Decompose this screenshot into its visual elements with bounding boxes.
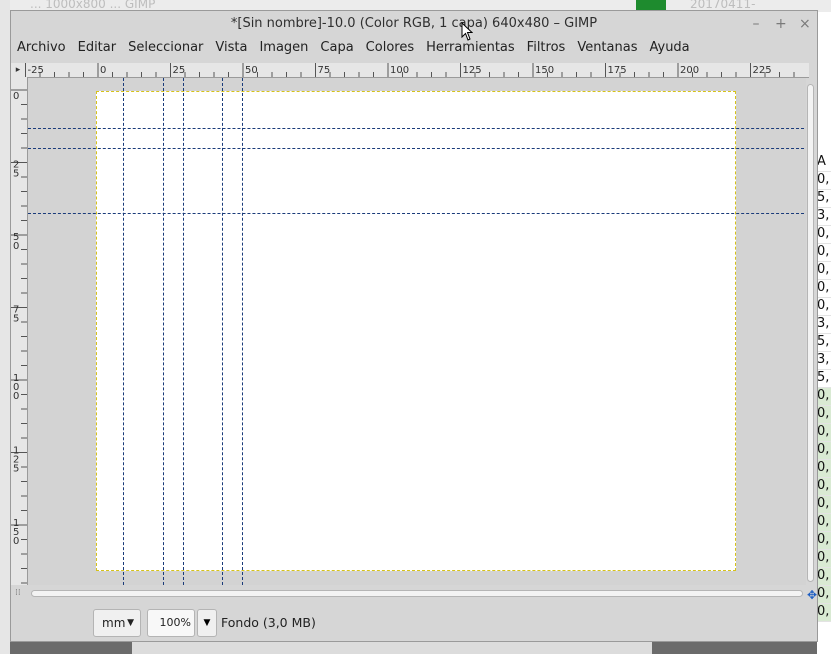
background-cell: 0, bbox=[817, 172, 831, 190]
unit-select[interactable]: mm ▼ bbox=[93, 609, 141, 637]
zoom-dropdown-button[interactable]: ▼ bbox=[197, 609, 217, 637]
background-cell: A bbox=[817, 154, 831, 172]
ruler-label: 150 bbox=[13, 518, 19, 547]
ruler-label: 150 bbox=[535, 65, 554, 76]
menu-filtros[interactable]: Filtros bbox=[521, 38, 572, 60]
background-cell: 0, bbox=[817, 496, 831, 514]
guide-vertical[interactable] bbox=[242, 78, 243, 585]
window-controls: – + × bbox=[751, 14, 811, 34]
ruler-label: 0 bbox=[100, 65, 106, 76]
background-cell: 0, bbox=[817, 568, 831, 586]
unit-select-value: mm bbox=[102, 616, 126, 630]
ruler-label: -25 bbox=[28, 65, 44, 76]
background-cell: 0, bbox=[817, 388, 831, 406]
ruler-label: 100 bbox=[390, 65, 409, 76]
menu-editar[interactable]: Editar bbox=[72, 38, 123, 60]
vertical-scrollbar-thumb[interactable] bbox=[807, 84, 814, 582]
guide-vertical[interactable] bbox=[222, 78, 223, 585]
horizontal-scrollbar-thumb[interactable] bbox=[31, 590, 803, 597]
guide-horizontal[interactable] bbox=[28, 128, 809, 129]
ruler-label: 125 bbox=[13, 446, 19, 475]
ruler-label: 50 bbox=[13, 232, 19, 252]
ruler-label: 200 bbox=[680, 65, 699, 76]
menu-vista[interactable]: Vista bbox=[209, 38, 253, 60]
menu-imagen[interactable]: Imagen bbox=[253, 38, 314, 60]
horizontal-ruler-ticks: -25 0 25 50 75 100 125 150 175 200 225 bbox=[25, 63, 795, 77]
guide-vertical[interactable] bbox=[163, 78, 164, 585]
background-cell: 3, bbox=[817, 208, 831, 226]
background-cell: 0, bbox=[817, 514, 831, 532]
background-cell: 0, bbox=[817, 406, 831, 424]
mouse-cursor-icon bbox=[461, 22, 473, 41]
vertical-scrollbar[interactable] bbox=[806, 78, 816, 585]
background-cell: 3, bbox=[817, 352, 831, 370]
chevron-down-icon: ▼ bbox=[203, 618, 211, 628]
guide-horizontal[interactable] bbox=[28, 148, 809, 149]
background-cell: 3, bbox=[817, 316, 831, 334]
ruler-label: 75 bbox=[318, 65, 331, 76]
background-cell: 0, bbox=[817, 460, 831, 478]
ruler-label: 225 bbox=[753, 65, 772, 76]
background-taskbar-hint bbox=[132, 640, 652, 654]
background-cell: 0, bbox=[817, 424, 831, 442]
gimp-image-window: *[Sin nombre]-10.0 (Color RGB, 1 capa) 6… bbox=[10, 10, 818, 642]
ruler-label: 25 bbox=[173, 65, 186, 76]
background-cell: 5, bbox=[817, 190, 831, 208]
status-bar: mm ▼ 100% ▼ Fondo (3,0 MB) bbox=[11, 605, 817, 639]
background-cell: 0, bbox=[817, 244, 831, 262]
background-left-edge bbox=[0, 0, 10, 654]
menu-archivo[interactable]: Archivo bbox=[11, 38, 72, 60]
minimize-button[interactable]: – bbox=[751, 14, 761, 34]
background-cell: 0, bbox=[817, 586, 831, 604]
background-cell: 0, bbox=[817, 604, 831, 622]
background-cell: 0, bbox=[817, 280, 831, 298]
window-title: *[Sin nombre]-10.0 (Color RGB, 1 capa) 6… bbox=[230, 16, 598, 31]
background-cell: 5, bbox=[817, 370, 831, 388]
maximize-button[interactable]: + bbox=[775, 14, 787, 34]
horizontal-ruler[interactable]: ▸ -25 0 25 50 75 100 125 150 175 200 225 bbox=[11, 63, 809, 78]
background-cell: 5, bbox=[817, 334, 831, 352]
menu-ayuda[interactable]: Ayuda bbox=[643, 38, 695, 60]
background-cell: 0, bbox=[817, 532, 831, 550]
horizontal-scrollbar[interactable] bbox=[31, 589, 803, 599]
menu-bar: Archivo Editar Seleccionar Vista Imagen Capa C… bbox=[11, 38, 696, 60]
background-cell: 0, bbox=[817, 226, 831, 244]
background-cell: 0, bbox=[817, 478, 831, 496]
chevron-down-icon: ▼ bbox=[127, 618, 134, 628]
background-cell: 0, bbox=[817, 442, 831, 460]
menu-ventanas[interactable]: Ventanas bbox=[571, 38, 643, 60]
background-spreadsheet-column: A 0, 5, 3, 0, 0, 0, 0, 0, 3, 5, 3, 5, 0, 0, 0, 0, 0, 0, 0, 0… bbox=[817, 12, 831, 654]
ruler-label: 25 bbox=[13, 160, 19, 180]
layer-info-label: Fondo (3,0 MB) bbox=[221, 615, 316, 630]
ruler-label: 50 bbox=[245, 65, 258, 76]
ruler-label: 75 bbox=[13, 305, 19, 325]
ruler-label: 175 bbox=[608, 65, 627, 76]
guide-vertical[interactable] bbox=[123, 78, 124, 585]
close-button[interactable]: × bbox=[799, 14, 811, 34]
guide-horizontal[interactable] bbox=[28, 213, 809, 214]
image-canvas[interactable] bbox=[96, 91, 736, 571]
guide-vertical[interactable] bbox=[183, 78, 184, 585]
ruler-label: 0 bbox=[13, 91, 19, 102]
ruler-label: 125 bbox=[463, 65, 482, 76]
menu-colores[interactable]: Colores bbox=[360, 38, 420, 60]
menu-seleccionar[interactable]: Seleccionar bbox=[122, 38, 209, 60]
quick-mask-toggle-icon[interactable]: ⁞⁞ bbox=[15, 588, 25, 598]
background-cell: 0, bbox=[817, 262, 831, 280]
zoom-input[interactable]: 100% bbox=[147, 609, 195, 637]
menu-capa[interactable]: Capa bbox=[314, 38, 359, 60]
navigate-icon[interactable]: ✥ bbox=[807, 589, 819, 601]
ruler-label: 100 bbox=[13, 373, 19, 402]
background-window-title-left: ... 1000x800 ... GIMP bbox=[30, 0, 156, 11]
vertical-ruler-ticks: 0 2 5 5 0 7 5 1 0 0 1 2 5 1 5 0 bbox=[11, 89, 27, 584]
background-cell: 0, bbox=[817, 550, 831, 568]
canvas-area[interactable] bbox=[28, 78, 809, 585]
background-cell: 0, bbox=[817, 298, 831, 316]
vertical-ruler[interactable]: 0 25 50 75 100 125 150 bbox=[11, 77, 28, 585]
